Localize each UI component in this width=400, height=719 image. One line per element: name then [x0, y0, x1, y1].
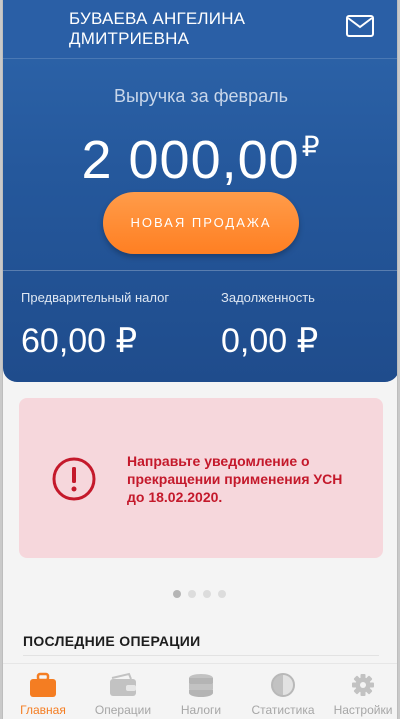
- revenue-amount: 2 000,00₽: [3, 115, 397, 192]
- bottom-tab-bar: Главная Операции Налоги Статистика Настр…: [3, 663, 397, 719]
- prepaid-tax-value[interactable]: 60,00 ₽: [21, 320, 137, 362]
- user-name[interactable]: БУВАЕВА АНГЕЛИНА ДМИТРИЕВНА: [69, 9, 309, 49]
- mail-icon[interactable]: [346, 15, 374, 37]
- notification-text: Направьте уведомление о прекращении прим…: [127, 453, 343, 505]
- revenue-amount-value: 2 000,00: [81, 130, 300, 190]
- stats-divider: [3, 270, 397, 271]
- tab-label: Налоги: [180, 703, 222, 717]
- top-bar: БУВАЕВА АНГЕЛИНА ДМИТРИЕВНА: [3, 0, 397, 58]
- tab-settings[interactable]: Настройки: [323, 664, 397, 719]
- tab-taxes[interactable]: Налоги: [161, 664, 241, 719]
- tab-label: Главная: [20, 703, 66, 717]
- app-screen: БУВАЕВА АНГЕЛИНА ДМИТРИЕВНА Выручка за ф…: [2, 0, 398, 719]
- recent-operations-title: ПОСЛЕДНИЕ ОПЕРАЦИИ: [23, 633, 201, 649]
- briefcase-icon: [30, 672, 56, 697]
- revenue-label: Выручка за февраль: [114, 86, 288, 106]
- tab-operations[interactable]: Операции: [83, 664, 163, 719]
- dashboard-header: БУВАЕВА АНГЕЛИНА ДМИТРИЕВНА Выручка за ф…: [3, 0, 397, 382]
- tab-label: Настройки: [333, 703, 393, 717]
- tab-label: Статистика: [251, 703, 315, 717]
- notification-card[interactable]: Направьте уведомление о прекращении прим…: [19, 398, 383, 558]
- debt-label: Задолженность: [221, 290, 315, 305]
- alert-icon: [52, 457, 96, 501]
- wallet-icon: [110, 672, 136, 696]
- carousel-dot[interactable]: [203, 590, 211, 598]
- new-sale-button[interactable]: НОВАЯ ПРОДАЖА: [103, 192, 299, 254]
- pie-chart-icon: [271, 673, 295, 697]
- tab-home[interactable]: Главная: [3, 664, 83, 719]
- prepaid-tax-label: Предварительный налог: [21, 290, 170, 305]
- coins-icon: [189, 674, 213, 697]
- carousel-dot[interactable]: [188, 590, 196, 598]
- revenue-currency: ₽: [301, 131, 321, 162]
- carousel-dot[interactable]: [218, 590, 226, 598]
- carousel-dot[interactable]: [173, 590, 181, 598]
- header-divider: [3, 58, 397, 59]
- debt-value[interactable]: 0,00 ₽: [221, 320, 318, 362]
- tab-label: Операции: [94, 703, 152, 717]
- gear-icon: [352, 674, 374, 696]
- section-divider: [23, 655, 379, 656]
- tab-statistics[interactable]: Статистика: [243, 664, 323, 719]
- carousel-indicator: [173, 590, 226, 600]
